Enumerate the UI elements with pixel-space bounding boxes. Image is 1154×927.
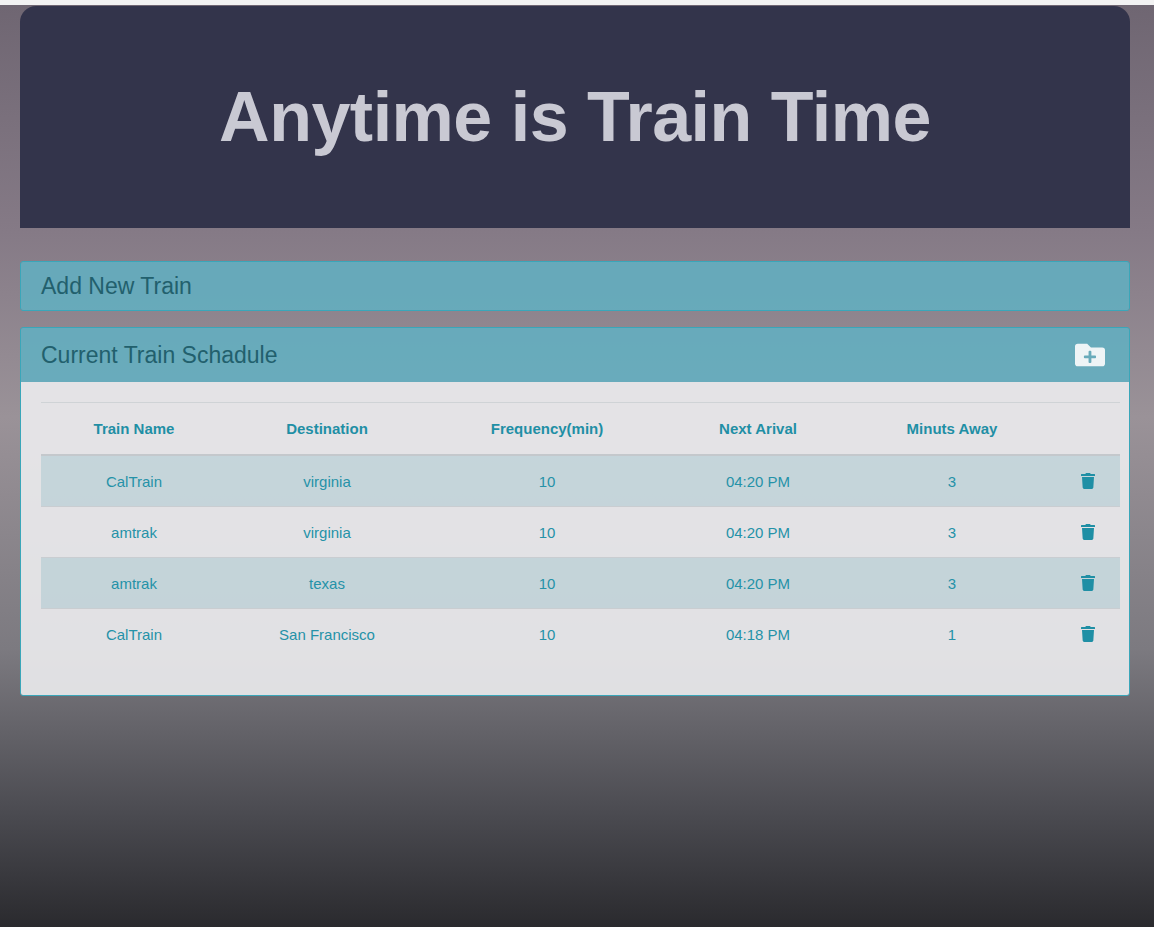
column-header: Train Name: [41, 403, 227, 456]
add-train-button[interactable]: [1071, 336, 1109, 374]
train-name-cell: amtrak: [41, 558, 227, 609]
table-row: CalTrainvirginia1004:20 PM3: [41, 455, 1120, 507]
train-name-cell: amtrak: [41, 507, 227, 558]
action-cell: [1055, 455, 1120, 507]
schedule-table: Train NameDestinationFrequency(min)Next …: [41, 402, 1120, 659]
table-row: CalTrainSan Francisco1004:18 PM1: [41, 609, 1120, 660]
column-header: [1055, 403, 1120, 456]
frequency-cell: 10: [427, 609, 667, 660]
column-header: Frequency(min): [427, 403, 667, 456]
trash-icon: [1080, 626, 1096, 642]
header: Anytime is Train Time: [20, 6, 1130, 228]
minutes-away-cell: 3: [849, 455, 1055, 507]
destination-cell: San Francisco: [227, 609, 427, 660]
panel-title: Add New Train: [41, 273, 192, 300]
column-header: Minuts Away: [849, 403, 1055, 456]
destination-cell: texas: [227, 558, 427, 609]
delete-button[interactable]: [1076, 622, 1100, 646]
minutes-away-cell: 3: [849, 558, 1055, 609]
next-arrival-cell: 04:20 PM: [667, 507, 849, 558]
next-arrival-cell: 04:20 PM: [667, 455, 849, 507]
delete-button[interactable]: [1076, 469, 1100, 493]
page-title: Anytime is Train Time: [219, 77, 931, 157]
schedule-header: Current Train Schadule: [21, 328, 1129, 382]
frequency-cell: 10: [427, 507, 667, 558]
trash-icon: [1080, 473, 1096, 489]
table-row: amtraktexas1004:20 PM3: [41, 558, 1120, 609]
add-train-header[interactable]: Add New Train: [21, 262, 1129, 310]
next-arrival-cell: 04:20 PM: [667, 558, 849, 609]
delete-button[interactable]: [1076, 571, 1100, 595]
schedule-panel: Current Train Schadule Train NameDestinat…: [20, 327, 1130, 696]
action-cell: [1055, 558, 1120, 609]
next-arrival-cell: 04:18 PM: [667, 609, 849, 660]
trash-icon: [1080, 524, 1096, 540]
destination-cell: virginia: [227, 455, 427, 507]
action-cell: [1055, 609, 1120, 660]
train-name-cell: CalTrain: [41, 455, 227, 507]
add-train-panel: Add New Train: [20, 261, 1130, 311]
train-name-cell: CalTrain: [41, 609, 227, 660]
action-cell: [1055, 507, 1120, 558]
minutes-away-cell: 1: [849, 609, 1055, 660]
column-header: Next Arival: [667, 403, 849, 456]
frequency-cell: 10: [427, 558, 667, 609]
table-row: amtrakvirginia1004:20 PM3: [41, 507, 1120, 558]
column-header: Destination: [227, 403, 427, 456]
page: Anytime is Train Time Add New Train Curren…: [0, 0, 1154, 927]
trash-icon: [1080, 575, 1096, 591]
panel-title: Current Train Schadule: [41, 342, 278, 369]
table-header-row: Train NameDestinationFrequency(min)Next …: [41, 403, 1120, 456]
folder-plus-icon: [1075, 340, 1105, 370]
minutes-away-cell: 3: [849, 507, 1055, 558]
schedule-body: Train NameDestinationFrequency(min)Next …: [21, 382, 1129, 695]
destination-cell: virginia: [227, 507, 427, 558]
frequency-cell: 10: [427, 455, 667, 507]
delete-button[interactable]: [1076, 520, 1100, 544]
